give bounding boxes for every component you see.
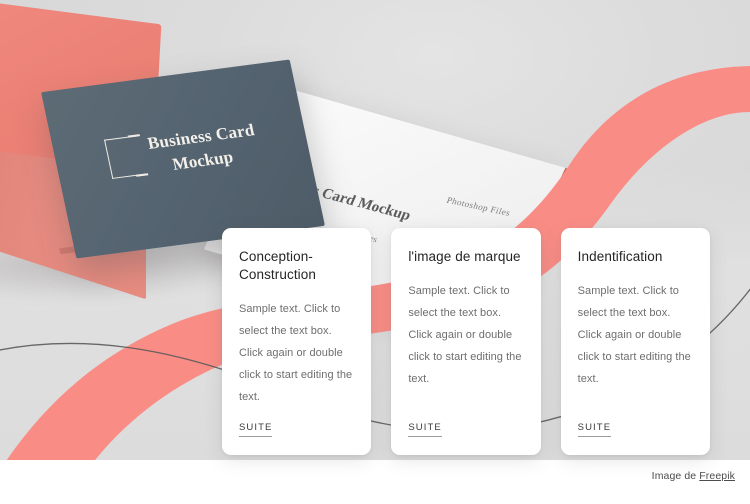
feature-card-image-de-marque[interactable]: l'image de marque Sample text. Click to … (391, 228, 541, 456)
feature-card-body: Sample text. Click to select the text bo… (577, 285, 691, 386)
image-credit-prefix: Image de (651, 470, 700, 482)
page-root: Business Card Mockup inches Photoshop Fi… (0, 0, 750, 504)
feature-card-title: l'image de marque (408, 249, 521, 264)
feature-card-suite-link[interactable]: SUITE (239, 422, 273, 438)
feature-card-indentification[interactable]: Indentification Sample text. Click to se… (560, 228, 710, 456)
bracket-square-logo-icon (104, 135, 147, 179)
card-front-line2: Mockup (170, 147, 235, 174)
feature-card-suite-link[interactable]: SUITE (577, 422, 612, 438)
freepik-link[interactable]: Freepik (699, 470, 735, 482)
feature-card-title: Indentification (577, 249, 663, 264)
feature-cards-row: Conception-Construction Sample text. Cli… (222, 228, 710, 456)
feature-card-title: Conception-Construction (239, 249, 316, 283)
feature-card-body: Sample text. Click to select the text bo… (239, 303, 353, 404)
feature-card-suite-link[interactable]: SUITE (408, 422, 442, 438)
card-back-format-label: Photoshop Files (445, 195, 513, 218)
card-front-line1: Business Card (145, 120, 257, 153)
feature-card-body: Sample text. Click to select the text bo… (408, 285, 522, 386)
feature-card-conception[interactable]: Conception-Construction Sample text. Cli… (222, 228, 372, 456)
image-credit: Image de Freepik (652, 470, 735, 482)
